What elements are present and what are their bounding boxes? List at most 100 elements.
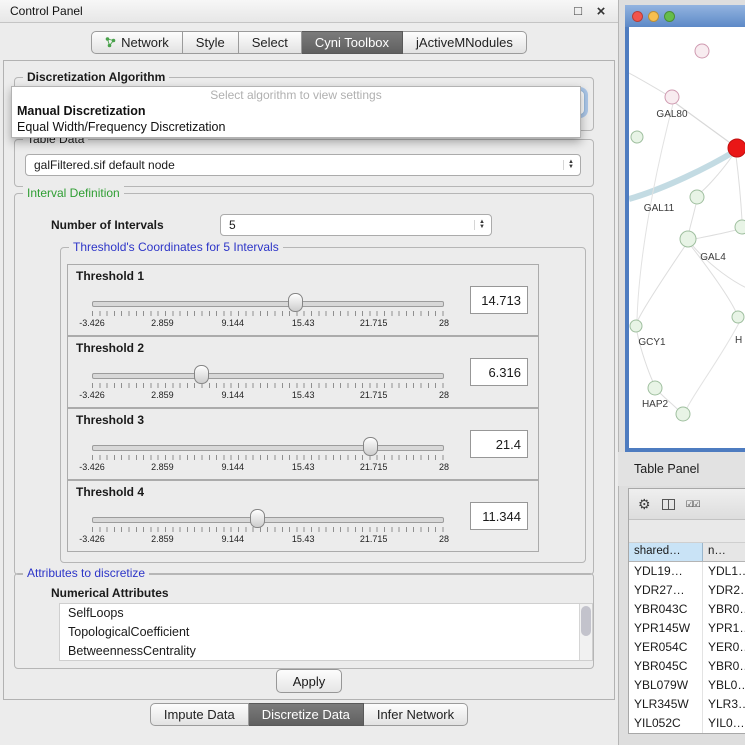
network-edge[interactable] <box>689 204 696 232</box>
traffic-lights <box>632 11 675 22</box>
tick-label: 28 <box>439 318 449 328</box>
network-node[interactable] <box>735 220 745 234</box>
intervals-combobox[interactable]: 5 ▲ ▼ <box>220 214 492 236</box>
network-node[interactable] <box>630 320 642 332</box>
threshold-label: Threshold 4 <box>76 485 144 499</box>
table-row[interactable]: YDL19…YDL1… <box>629 562 745 581</box>
threshold-slider[interactable]: -3.4262.8599.14415.4321.71528 <box>92 431 444 475</box>
network-node[interactable] <box>728 139 745 157</box>
tab-infer-network[interactable]: Infer Network <box>364 703 468 726</box>
attributes-group: Attributes to discretize Numerical Attri… <box>14 573 594 669</box>
list-item[interactable]: TopologicalCoefficient <box>60 623 592 642</box>
close-window-icon[interactable]: × <box>594 3 608 20</box>
tab-label: Style <box>196 35 225 50</box>
tick-label: 2.859 <box>151 462 174 472</box>
tab-impute-data[interactable]: Impute Data <box>150 703 249 726</box>
table-toolbar-spacer <box>629 520 745 543</box>
tab-discretize-data[interactable]: Discretize Data <box>249 703 364 726</box>
tab-select[interactable]: Select <box>239 31 302 54</box>
table-panel-title: Table Panel <box>618 462 699 476</box>
table-cell: YER0… <box>703 638 745 657</box>
slider-ticks <box>92 527 444 532</box>
stepper-icon[interactable]: ▲ ▼ <box>474 220 489 230</box>
list-item[interactable]: BetweennessCentrality <box>60 642 592 661</box>
intervals-value: 5 <box>229 218 474 232</box>
stepper-icon[interactable]: ▲ ▼ <box>563 160 578 170</box>
close-button[interactable] <box>632 11 643 22</box>
gear-icon[interactable]: ⚙ <box>638 497 651 511</box>
threshold-value-input[interactable]: 14.713 <box>470 286 528 314</box>
algorithm-options: Manual DiscretizationEqual Width/Frequen… <box>12 103 580 135</box>
control-panel-titlebar: Control Panel □ × <box>0 0 618 23</box>
tab-label: Select <box>252 35 288 50</box>
algorithm-option[interactable]: Equal Width/Frequency Discretization <box>12 119 580 135</box>
slider-track[interactable] <box>92 373 444 379</box>
slider-track[interactable] <box>92 517 444 523</box>
slider-ticks <box>92 311 444 316</box>
threshold-value-input[interactable]: 11.344 <box>470 502 528 530</box>
bottom-tab-bar: Impute Data Discretize DataInfer Network <box>0 703 618 726</box>
threshold-slider[interactable]: -3.4262.8599.14415.4321.71528 <box>92 503 444 547</box>
threshold-value-input[interactable]: 6.316 <box>470 358 528 386</box>
network-edge[interactable] <box>629 151 735 199</box>
attributes-list[interactable]: SelfLoopsTopologicalCoefficientBetweenne… <box>59 603 593 661</box>
tab-jactivemnodules[interactable]: jActiveMNodules <box>403 31 527 54</box>
table-data-combobox[interactable]: galFiltered.sif default node ▲ ▼ <box>25 154 581 176</box>
table-toolbar: ⚙ ☑☑ <box>629 489 745 520</box>
top-tabs: Network Style Select Cyni Toolbox jActiveMNo… <box>91 31 527 54</box>
apply-button[interactable]: Apply <box>276 669 342 693</box>
tab-cyni-toolbox[interactable]: Cyni Toolbox <box>302 31 403 54</box>
threshold-slider[interactable]: -3.4262.8599.14415.4321.71528 <box>92 359 444 403</box>
minimize-button[interactable] <box>648 11 659 22</box>
interval-definition-group: Interval Definition Number of Intervals … <box>14 193 594 575</box>
tab-label: Cyni Toolbox <box>315 35 389 50</box>
threshold-slider[interactable]: -3.4262.8599.14415.4321.71528 <box>92 287 444 331</box>
slider-track[interactable] <box>92 301 444 307</box>
tab-style[interactable]: Style <box>183 31 239 54</box>
slider-thumb[interactable] <box>194 365 209 384</box>
algorithm-option[interactable]: Manual Discretization <box>12 103 580 119</box>
scrollbar[interactable] <box>579 604 592 660</box>
network-node[interactable] <box>631 131 643 143</box>
network-edge[interactable] <box>695 230 736 239</box>
table-row[interactable]: YBR045CYBR0… <box>629 657 745 676</box>
threshold-value-input[interactable]: 21.4 <box>470 430 528 458</box>
tab-network[interactable]: Network <box>91 31 183 54</box>
list-item[interactable]: SelfLoops <box>60 604 592 623</box>
network-node[interactable] <box>680 231 696 247</box>
table-row[interactable]: YBR043CYBR0… <box>629 600 745 619</box>
table-row[interactable]: YDR27…YDR2… <box>629 581 745 600</box>
network-node[interactable] <box>648 381 662 395</box>
zoom-button[interactable] <box>664 11 675 22</box>
restore-window-icon[interactable]: □ <box>571 3 585 20</box>
table-cell: YPR145W <box>629 619 703 638</box>
network-node[interactable] <box>690 190 704 204</box>
network-node[interactable] <box>665 90 679 104</box>
table-row[interactable]: YER054CYER0… <box>629 638 745 657</box>
table-cell: YBR0… <box>703 600 745 619</box>
column-header-shared-name[interactable]: shared… <box>629 543 703 561</box>
tab-label: Impute Data <box>164 707 235 722</box>
slider-thumb[interactable] <box>288 293 303 312</box>
table-row[interactable]: YBL079WYBL0… <box>629 676 745 695</box>
slider-tick-labels: -3.4262.8599.14415.4321.71528 <box>92 462 444 473</box>
slider-thumb[interactable] <box>363 437 378 456</box>
scrollbar-thumb[interactable] <box>581 606 591 636</box>
network-node[interactable] <box>676 407 690 421</box>
table-cell: YLR3… <box>703 695 745 714</box>
table-row[interactable]: YIL052CYIL0… <box>629 714 745 733</box>
checkbox-grid-icon[interactable]: ☑☑ <box>686 497 700 511</box>
network-canvas[interactable]: GAL80GAL11GAL4GCY1HAP2H <box>629 27 745 448</box>
network-node[interactable] <box>695 44 709 58</box>
network-edge[interactable] <box>736 156 742 220</box>
slider-track[interactable] <box>92 445 444 451</box>
network-node[interactable] <box>732 311 744 323</box>
network-edge[interactable] <box>687 323 739 408</box>
column-header-name[interactable]: n… <box>703 543 745 561</box>
network-edge[interactable] <box>638 246 685 320</box>
columns-icon[interactable] <box>662 499 675 510</box>
table-row[interactable]: YLR345WYLR3… <box>629 695 745 714</box>
slider-thumb[interactable] <box>250 509 265 528</box>
network-node-label: H <box>735 335 742 346</box>
table-row[interactable]: YPR145WYPR1… <box>629 619 745 638</box>
